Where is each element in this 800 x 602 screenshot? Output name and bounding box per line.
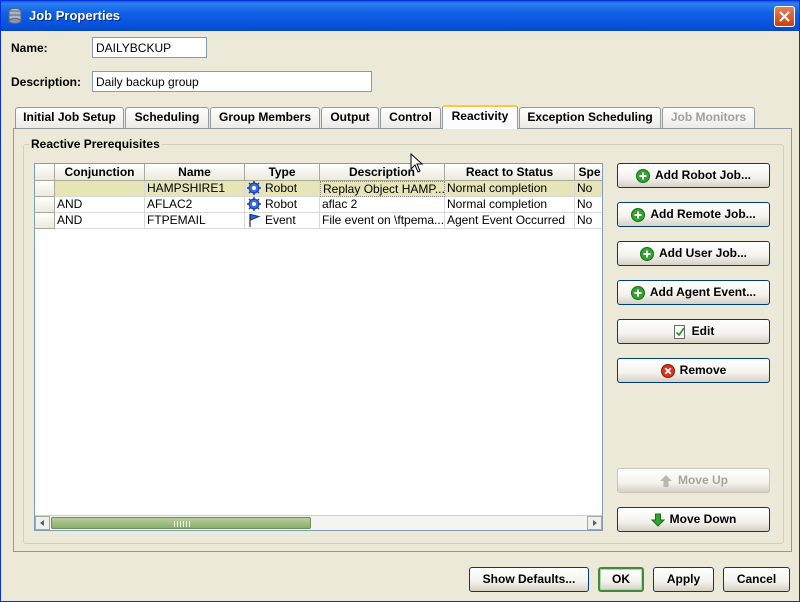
row-header-corner	[35, 164, 55, 181]
cancel-button[interactable]: Cancel	[723, 567, 790, 592]
description-label: Description:	[11, 75, 82, 89]
add-robot-job-button[interactable]: Add Robot Job...	[617, 163, 770, 188]
add-remote-job-label: Add Remote Job...	[650, 207, 756, 221]
tab-exception-scheduling[interactable]: Exception Scheduling	[519, 107, 661, 128]
cell-description: File event on \ftpema...	[320, 213, 445, 229]
cell-name: AFLAC2	[145, 197, 245, 213]
move-up-label: Move Up	[677, 473, 728, 487]
arrow-up-icon	[659, 473, 673, 495]
arrow-right-icon	[593, 520, 597, 526]
scroll-right-button[interactable]	[587, 516, 602, 530]
title-bar[interactable]: Job Properties	[1, 1, 799, 31]
scroll-thumb[interactable]	[51, 517, 311, 529]
tab-scheduling[interactable]: Scheduling	[125, 107, 209, 128]
add-user-job-label: Add User Job...	[658, 246, 747, 260]
cell-type-label: Robot	[265, 197, 298, 211]
cell-description: aflac 2	[320, 197, 445, 213]
column-header-type[interactable]: Type	[245, 164, 320, 181]
cell-spe: No	[575, 181, 602, 197]
add-remote-job-button[interactable]: Add Remote Job...	[617, 202, 770, 227]
gear-icon	[247, 181, 261, 196]
description-field[interactable]	[92, 71, 372, 92]
cell-type-label: Event	[265, 213, 296, 227]
ok-button[interactable]: OK	[598, 567, 644, 592]
add-agent-event-button[interactable]: Add Agent Event...	[617, 280, 770, 305]
cell-description: Replay Object HAMP...	[320, 181, 445, 197]
cell-type: Robot	[245, 181, 320, 197]
row-header[interactable]	[35, 213, 55, 229]
flag-icon	[247, 213, 261, 228]
show-defaults-button[interactable]: Show Defaults...	[469, 567, 589, 592]
tab-group-members[interactable]: Group Members	[210, 107, 320, 128]
table-row[interactable]: AND AFLAC2 Robot aflac 2 Normal completi…	[35, 197, 602, 213]
edit-label: Edit	[691, 324, 715, 338]
cell-conjunction: AND	[55, 197, 145, 213]
cell-conjunction: AND	[55, 213, 145, 229]
remove-button[interactable]: Remove	[617, 358, 770, 383]
tab-reactivity[interactable]: Reactivity	[442, 105, 518, 129]
tab-control[interactable]: Control	[380, 107, 441, 128]
add-icon	[639, 246, 654, 268]
column-header-spe[interactable]: Spe	[575, 164, 602, 181]
add-icon	[636, 168, 650, 190]
cell-name: FTPEMAIL	[145, 213, 245, 229]
gear-icon	[247, 197, 261, 212]
add-icon	[631, 207, 646, 229]
tab-initial-job-setup[interactable]: Initial Job Setup	[15, 107, 124, 128]
horizontal-scrollbar[interactable]	[35, 515, 602, 530]
remove-icon	[660, 363, 675, 385]
table-header: Conjunction Name Type Description React …	[35, 164, 602, 181]
cell-type-label: Robot	[265, 181, 298, 195]
mouse-cursor-icon	[410, 153, 424, 173]
row-header[interactable]	[35, 197, 55, 213]
scroll-grip	[174, 521, 190, 527]
cell-type: Robot	[245, 197, 320, 213]
move-down-label: Move Down	[669, 512, 737, 526]
add-icon	[630, 285, 645, 307]
arrow-down-icon	[650, 512, 665, 534]
app-icon	[7, 7, 23, 25]
remove-label: Remove	[679, 363, 727, 377]
window-title: Job Properties	[29, 8, 121, 23]
add-robot-job-label: Add Robot Job...	[655, 168, 751, 182]
cell-name: HAMPSHIRE1	[145, 181, 245, 197]
cell-react-status: Agent Event Occurred	[445, 213, 575, 229]
name-label: Name:	[11, 41, 48, 55]
close-button[interactable]	[774, 6, 795, 27]
cell-react-status: Normal completion	[445, 197, 575, 213]
cell-react-status: Normal completion	[445, 181, 575, 197]
group-title: Reactive Prerequisites	[29, 137, 162, 151]
move-up-button[interactable]: Move Up	[617, 468, 770, 493]
row-header[interactable]	[35, 181, 55, 197]
cell-spe: No	[575, 213, 602, 229]
column-header-conjunction[interactable]: Conjunction	[55, 164, 145, 181]
column-header-react-to-status[interactable]: React to Status	[445, 164, 575, 181]
arrow-left-icon	[40, 520, 44, 526]
table-row[interactable]: AND FTPEMAIL Event File event on \ftpema…	[35, 213, 602, 229]
cell-spe: No	[575, 197, 602, 213]
tab-output[interactable]: Output	[321, 107, 379, 128]
move-down-button[interactable]: Move Down	[617, 507, 770, 532]
cell-conjunction	[55, 181, 145, 197]
scroll-left-button[interactable]	[35, 516, 50, 530]
add-user-job-button[interactable]: Add User Job...	[617, 241, 770, 266]
apply-button[interactable]: Apply	[653, 567, 714, 592]
tab-job-monitors: Job Monitors	[662, 107, 755, 128]
name-field[interactable]	[92, 37, 207, 58]
table-row[interactable]: HAMPSHIRE1 Robot Replay Object HAMP... N…	[35, 181, 602, 197]
add-agent-event-label: Add Agent Event...	[649, 285, 757, 299]
cell-type: Event	[245, 213, 320, 229]
edit-icon	[673, 324, 687, 346]
prerequisites-table[interactable]: Conjunction Name Type Description React …	[34, 163, 603, 531]
job-properties-window: Job Properties Name: Description: Initia…	[0, 0, 800, 602]
column-header-name[interactable]: Name	[145, 164, 245, 181]
column-header-description[interactable]: Description	[320, 164, 445, 181]
close-icon	[779, 11, 790, 22]
edit-button[interactable]: Edit	[617, 319, 770, 344]
